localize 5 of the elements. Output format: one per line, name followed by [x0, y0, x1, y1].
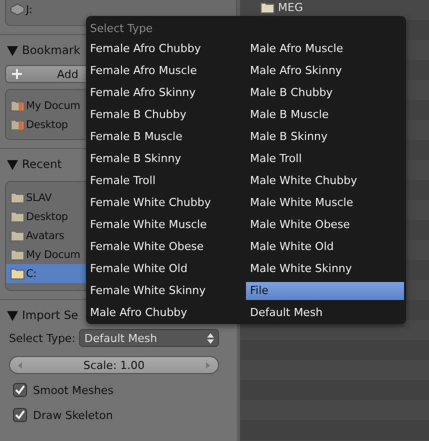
select-type-label: Select Type:: [9, 332, 76, 344]
menu-title: Select Type: [89, 22, 154, 37]
drive-label: J:: [26, 4, 32, 16]
checkbox-label: Draw Skeleton: [33, 408, 113, 422]
checkbox-label: Smoot Meshes: [33, 384, 114, 396]
